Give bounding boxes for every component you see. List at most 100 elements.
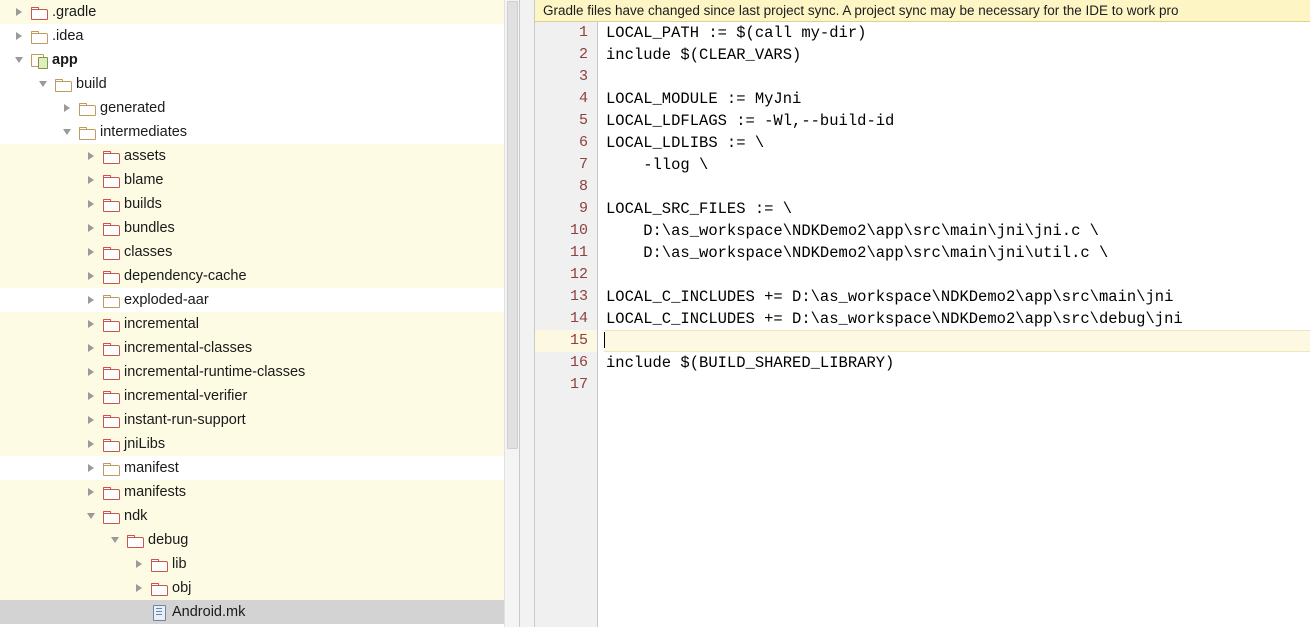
tree-row[interactable]: manifest	[0, 456, 519, 480]
tree-row[interactable]: jniLibs	[0, 432, 519, 456]
code-line[interactable]: LOCAL_C_INCLUDES += D:\as_workspace\NDKD…	[604, 286, 1310, 308]
code-line[interactable]	[604, 264, 1310, 286]
chevron-right-icon[interactable]	[86, 312, 99, 336]
chevron-down-icon[interactable]	[110, 528, 123, 552]
line-number[interactable]: 14	[535, 308, 597, 330]
tree-row-label: build	[76, 76, 107, 92]
tree-row[interactable]: incremental	[0, 312, 519, 336]
code-line[interactable]: include $(CLEAR_VARS)	[604, 44, 1310, 66]
tree-row[interactable]: incremental-classes	[0, 336, 519, 360]
code-line[interactable]	[604, 66, 1310, 88]
code-line[interactable]: LOCAL_C_INCLUDES += D:\as_workspace\NDKD…	[604, 308, 1310, 330]
code-line[interactable]	[604, 176, 1310, 198]
chevron-down-icon[interactable]	[14, 48, 27, 72]
line-number[interactable]: 3	[535, 66, 597, 88]
code-line[interactable]: -llog \	[604, 154, 1310, 176]
chevron-right-icon[interactable]	[86, 432, 99, 456]
code-line[interactable]: D:\as_workspace\NDKDemo2\app\src\main\jn…	[604, 220, 1310, 242]
file-icon	[151, 604, 167, 621]
tree-row[interactable]: classes	[0, 240, 519, 264]
line-number[interactable]: 16	[535, 352, 597, 374]
tree-row[interactable]: builds	[0, 192, 519, 216]
chevron-right-icon[interactable]	[134, 552, 147, 576]
chevron-right-icon[interactable]	[86, 192, 99, 216]
folder-icon	[31, 4, 48, 20]
code-area[interactable]: 1 2 3 4 5 6 7 8 9 10 11 12 13 14 15 16 17 LOCAL_PATH := …	[535, 22, 1310, 627]
line-number[interactable]: 6	[535, 132, 597, 154]
tree-row[interactable]: instant-run-support	[0, 408, 519, 432]
chevron-down-icon[interactable]	[86, 504, 99, 528]
chevron-right-icon[interactable]	[86, 216, 99, 240]
line-number[interactable]: 2	[535, 44, 597, 66]
code-line[interactable]: LOCAL_PATH := $(call my-dir)	[604, 22, 1310, 44]
chevron-right-icon[interactable]	[86, 456, 99, 480]
notification-text: Gradle files have changed since last pro…	[543, 3, 1179, 18]
line-number[interactable]: 17	[535, 374, 597, 396]
line-number[interactable]: 9	[535, 198, 597, 220]
code-content[interactable]: LOCAL_PATH := $(call my-dir) include $(CL…	[598, 22, 1310, 627]
code-line[interactable]	[604, 330, 1310, 352]
line-number-gutter[interactable]: 1 2 3 4 5 6 7 8 9 10 11 12 13 14 15 16 17	[535, 22, 598, 627]
tree-row[interactable]: debug	[0, 528, 519, 552]
line-number[interactable]: 8	[535, 176, 597, 198]
line-number[interactable]: 1	[535, 22, 597, 44]
chevron-right-icon[interactable]	[86, 264, 99, 288]
code-line[interactable]: include $(BUILD_SHARED_LIBRARY)	[604, 352, 1310, 374]
tree-row[interactable]: Android.mk	[0, 600, 519, 624]
chevron-right-icon[interactable]	[86, 168, 99, 192]
folder-icon	[79, 100, 96, 116]
tree-row[interactable]: exploded-aar	[0, 288, 519, 312]
tree-row[interactable]: blame	[0, 168, 519, 192]
chevron-right-icon[interactable]	[86, 288, 99, 312]
code-line[interactable]: LOCAL_LDFLAGS := -Wl,--build-id	[604, 110, 1310, 132]
chevron-down-icon[interactable]	[38, 72, 51, 96]
tree-row[interactable]: build	[0, 72, 519, 96]
tree-row[interactable]: incremental-runtime-classes	[0, 360, 519, 384]
code-line[interactable]: LOCAL_MODULE := MyJni	[604, 88, 1310, 110]
tree-row[interactable]: lib	[0, 552, 519, 576]
code-line[interactable]: D:\as_workspace\NDKDemo2\app\src\main\jn…	[604, 242, 1310, 264]
line-number[interactable]: 4	[535, 88, 597, 110]
chevron-right-icon[interactable]	[86, 384, 99, 408]
chevron-right-icon[interactable]	[14, 24, 27, 48]
line-number[interactable]: 13	[535, 286, 597, 308]
chevron-right-icon[interactable]	[86, 360, 99, 384]
chevron-right-icon[interactable]	[86, 336, 99, 360]
code-line[interactable]: LOCAL_LDLIBS := \	[604, 132, 1310, 154]
project-tree-scrollbar[interactable]	[504, 0, 519, 627]
tree-row[interactable]: bundles	[0, 216, 519, 240]
tree-row[interactable]: .idea	[0, 24, 519, 48]
tree-row[interactable]: manifests	[0, 480, 519, 504]
panel-divider[interactable]	[519, 0, 535, 627]
line-number[interactable]: 11	[535, 242, 597, 264]
chevron-right-icon[interactable]	[86, 144, 99, 168]
line-number[interactable]: 15	[535, 330, 597, 352]
line-number[interactable]: 5	[535, 110, 597, 132]
tree-row[interactable]: incremental-verifier	[0, 384, 519, 408]
line-number[interactable]: 12	[535, 264, 597, 286]
tree-row[interactable]: intermediates	[0, 120, 519, 144]
chevron-right-icon[interactable]	[62, 96, 75, 120]
tree-row[interactable]: .gradle	[0, 0, 519, 24]
chevron-right-icon[interactable]	[14, 0, 27, 24]
tree-row[interactable]: generated	[0, 96, 519, 120]
chevron-down-icon[interactable]	[62, 120, 75, 144]
gradle-sync-notification[interactable]: Gradle files have changed since last pro…	[535, 0, 1310, 22]
chevron-right-icon[interactable]	[134, 576, 147, 600]
code-line[interactable]	[604, 374, 1310, 396]
tree-row[interactable]: app	[0, 48, 519, 72]
folder-icon	[103, 268, 120, 284]
tree-row-label: blame	[124, 172, 164, 188]
chevron-right-icon[interactable]	[86, 480, 99, 504]
chevron-right-icon[interactable]	[86, 408, 99, 432]
tree-row[interactable]: assets	[0, 144, 519, 168]
line-number[interactable]: 10	[535, 220, 597, 242]
chevron-right-icon[interactable]	[86, 240, 99, 264]
project-tree-scrollbar-thumb[interactable]	[507, 1, 518, 449]
tree-row[interactable]: ndk	[0, 504, 519, 528]
tree-row[interactable]: obj	[0, 576, 519, 600]
line-number[interactable]: 7	[535, 154, 597, 176]
tree-row[interactable]: dependency-cache	[0, 264, 519, 288]
code-line[interactable]: LOCAL_SRC_FILES := \	[604, 198, 1310, 220]
folder-icon	[103, 412, 120, 428]
